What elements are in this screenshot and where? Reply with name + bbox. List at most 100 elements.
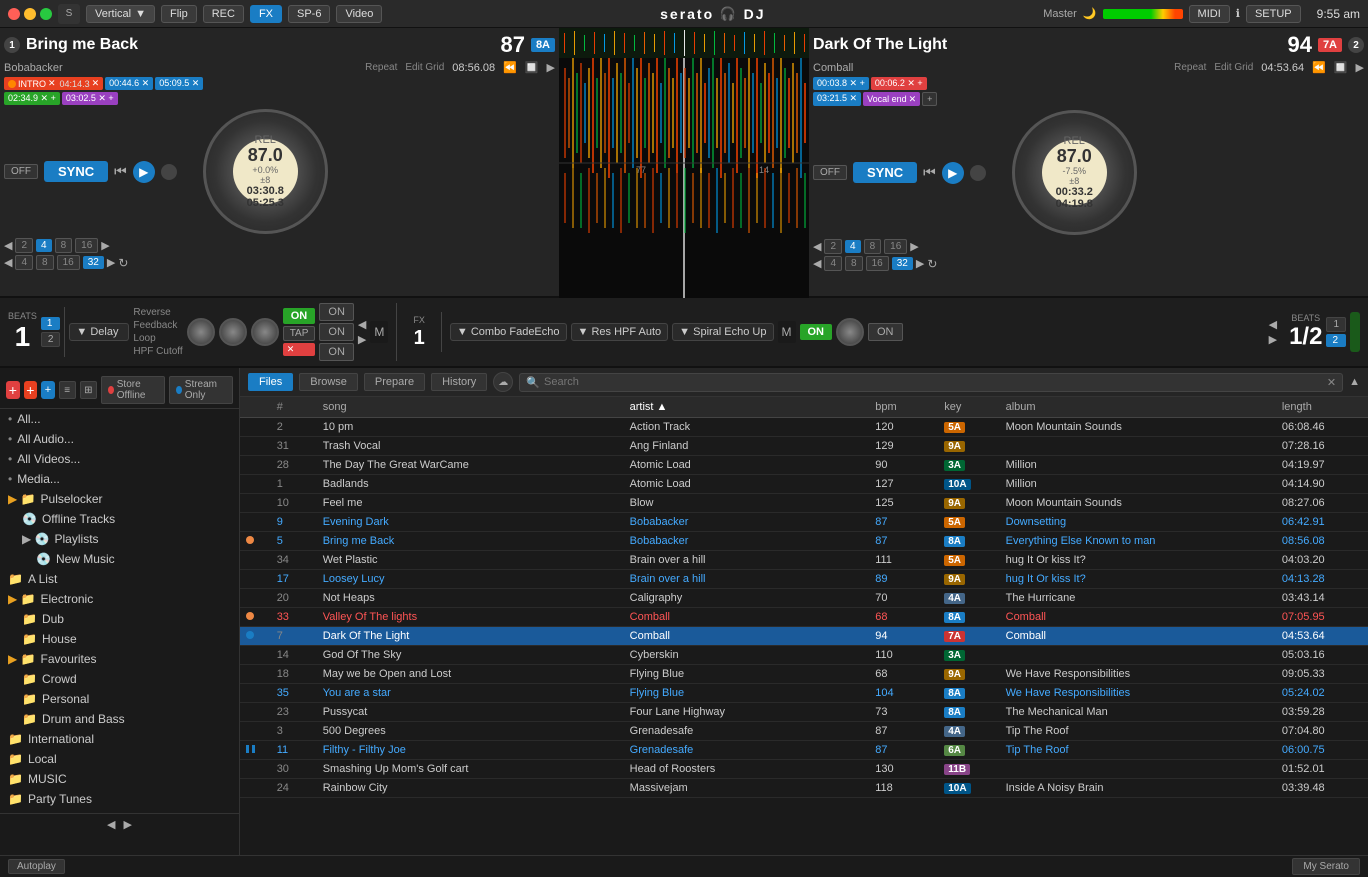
my-serato-button[interactable]: My Serato xyxy=(1292,858,1360,875)
next-arrow3-right[interactable]: ▶ xyxy=(916,257,924,270)
deck-left-arrow[interactable]: ▶ xyxy=(547,61,555,74)
scroll-up-icon[interactable]: ▲ xyxy=(1349,376,1360,388)
prev-arrow3-right[interactable]: ◀ xyxy=(813,257,821,270)
play-button-right[interactable]: ▶ xyxy=(942,162,964,184)
sidebar-item-a-list[interactable]: 📁 A List xyxy=(0,569,239,589)
off-button-left[interactable]: OFF xyxy=(4,164,38,179)
add-crate-button[interactable]: + xyxy=(6,381,20,399)
sidebar-item-crowd[interactable]: 📁 Crowd xyxy=(0,669,239,689)
rec-button[interactable]: REC xyxy=(203,5,244,23)
beat2-16[interactable]: 16 xyxy=(57,255,80,270)
col-artist[interactable]: artist ▲ xyxy=(624,397,870,418)
table-row[interactable]: 7Dark Of The LightComball947AComball04:5… xyxy=(240,627,1368,646)
table-row[interactable]: 33Valley Of The lightsComball688AComball… xyxy=(240,608,1368,627)
beat-16-left[interactable]: 16 xyxy=(75,238,98,253)
fx-knob-2[interactable] xyxy=(219,318,247,346)
edit-grid-label[interactable]: Edit Grid xyxy=(405,62,444,73)
table-row[interactable]: 18May we be Open and LostFlying Blue689A… xyxy=(240,665,1368,684)
cue-r1[interactable]: 00:03.8 ✕ + xyxy=(813,77,869,90)
table-row[interactable]: 17Loosey LucyBrain over a hill899Ahug It… xyxy=(240,570,1368,589)
sidebar-item-favourites[interactable]: ▶ 📁 Favourites xyxy=(0,649,239,669)
gain-slider-right[interactable] xyxy=(1350,312,1360,352)
beat-16-right[interactable]: 16 xyxy=(884,239,907,254)
grid-view-button[interactable]: ⊞ xyxy=(80,381,97,399)
repeat-label[interactable]: Repeat xyxy=(365,62,397,73)
col-length[interactable]: length xyxy=(1276,397,1368,418)
loop-btn-left[interactable] xyxy=(161,164,177,180)
add-smartcrate-button[interactable]: + xyxy=(24,381,38,399)
deck-right-icon2[interactable]: 🔲 xyxy=(1334,61,1348,74)
beat-8-right[interactable]: 8 xyxy=(864,239,882,254)
fx-knob-3[interactable] xyxy=(251,318,279,346)
fx-knob-right[interactable] xyxy=(836,318,864,346)
layout-dropdown[interactable]: Vertical ▼ xyxy=(86,5,155,23)
on-btn-left2[interactable]: ON xyxy=(319,303,354,321)
fx-button[interactable]: FX xyxy=(250,5,282,23)
beat2-8[interactable]: 8 xyxy=(36,255,54,270)
next-arrow2-left[interactable]: ▶ xyxy=(107,256,115,269)
beat2-4[interactable]: 4 xyxy=(15,255,33,270)
cue-r3[interactable]: 03:21.5 ✕ xyxy=(813,92,861,106)
deck-left-icon2[interactable]: 🔲 xyxy=(525,61,539,74)
add-folder-button[interactable]: + xyxy=(41,381,55,399)
table-row[interactable]: 24Rainbow CityMassivejam11810AInside A N… xyxy=(240,779,1368,798)
cue-intro[interactable]: INTRO ✕ 04:14.3 ✕ xyxy=(4,77,103,90)
setup-button[interactable]: SETUP xyxy=(1246,5,1301,23)
close-button[interactable] xyxy=(8,8,20,20)
sidebar-right-arr[interactable]: ▶ xyxy=(124,818,132,831)
beat-2-right[interactable]: 2 xyxy=(824,239,842,254)
beat3-16[interactable]: 16 xyxy=(866,256,889,271)
list-view-button[interactable]: ≡ xyxy=(59,381,76,399)
next-arrow-right[interactable]: ▶ xyxy=(910,240,918,253)
fx-combo2[interactable]: ▼ Res HPF Auto xyxy=(571,323,669,341)
on-btn-right2[interactable]: ON xyxy=(868,323,903,341)
fx-combo1[interactable]: ▼ Combo FadeEcho xyxy=(450,323,567,341)
sync-button-left[interactable]: SYNC xyxy=(44,161,108,182)
table-row[interactable]: 3500 DegreesGrenadesafe874ATip The Roof0… xyxy=(240,722,1368,741)
beat-2-left[interactable]: 2 xyxy=(15,238,33,253)
fx1-btn-r[interactable]: 1 xyxy=(1326,317,1346,332)
table-row[interactable]: 23PussycatFour Lane Highway738AThe Mecha… xyxy=(240,703,1368,722)
right-arr-up[interactable]: ◀ xyxy=(1269,318,1277,331)
table-row[interactable]: 28The Day The Great WarCameAtomic Load90… xyxy=(240,456,1368,475)
fx2-btn-r[interactable]: 2 xyxy=(1326,334,1346,347)
prev-arrow2-left[interactable]: ◀ xyxy=(4,256,12,269)
sidebar-item-offline-tracks[interactable]: 💿 Offline Tracks xyxy=(0,509,239,529)
store-offline-button[interactable]: Store Offline xyxy=(101,376,165,404)
sidebar-item-playlists[interactable]: ▶ 💿 Playlists xyxy=(0,529,239,549)
cue-5[interactable]: 03:02.5 ✕ + xyxy=(62,92,118,105)
beat2-32[interactable]: 32 xyxy=(83,256,104,269)
loop-icon-right[interactable]: ↻ xyxy=(927,257,937,271)
repeat-right[interactable]: Repeat xyxy=(1174,62,1206,73)
col-song[interactable]: song xyxy=(317,397,624,418)
delay-selector[interactable]: ▼ Delay xyxy=(69,323,129,341)
history-tab[interactable]: History xyxy=(431,373,487,391)
prepare-tab[interactable]: Prepare xyxy=(364,373,425,391)
search-input[interactable] xyxy=(544,376,1323,388)
sidebar-item-international[interactable]: 📁 International xyxy=(0,729,239,749)
platter-right[interactable]: REL 87.0 -7.5% ±8 00:33.2 04:19.8 xyxy=(1012,110,1137,235)
m-btn-left[interactable]: M xyxy=(370,321,388,343)
prev-track-left[interactable]: ⏮ xyxy=(114,163,127,180)
table-row[interactable]: 35You are a starFlying Blue1048AWe Have … xyxy=(240,684,1368,703)
on-btn-left3[interactable]: ON xyxy=(319,323,354,341)
stream-only-button[interactable]: Stream Only xyxy=(169,376,233,404)
fx2-btn[interactable]: 2 xyxy=(41,332,61,347)
video-button[interactable]: Video xyxy=(336,5,382,23)
table-row[interactable]: 20Not HeapsCaligraphy704AThe Hurricane03… xyxy=(240,589,1368,608)
cue-2[interactable]: 00:44.6 ✕ xyxy=(105,77,153,90)
fx1-btn[interactable]: 1 xyxy=(41,317,61,330)
cloud-icon[interactable]: ☁ xyxy=(493,372,513,392)
table-row[interactable]: 14God Of The SkyCyberskin1103A05:03.16 xyxy=(240,646,1368,665)
col-album[interactable]: album xyxy=(1000,397,1276,418)
sidebar-item-house[interactable]: 📁 House xyxy=(0,629,239,649)
beat3-8[interactable]: 8 xyxy=(845,256,863,271)
sync-button-right[interactable]: SYNC xyxy=(853,162,917,183)
sidebar-item-all-videos[interactable]: • All Videos... xyxy=(0,449,239,469)
prev-arrow-left[interactable]: ◀ xyxy=(4,239,12,252)
deck-right-arrow[interactable]: ▶ xyxy=(1356,61,1364,74)
loop-icon-left[interactable]: ↻ xyxy=(118,256,128,270)
beat-8-left[interactable]: 8 xyxy=(55,238,73,253)
col-key[interactable]: key xyxy=(938,397,999,418)
table-row[interactable]: 210 pmAction Track1205AMoon Mountain Sou… xyxy=(240,418,1368,437)
